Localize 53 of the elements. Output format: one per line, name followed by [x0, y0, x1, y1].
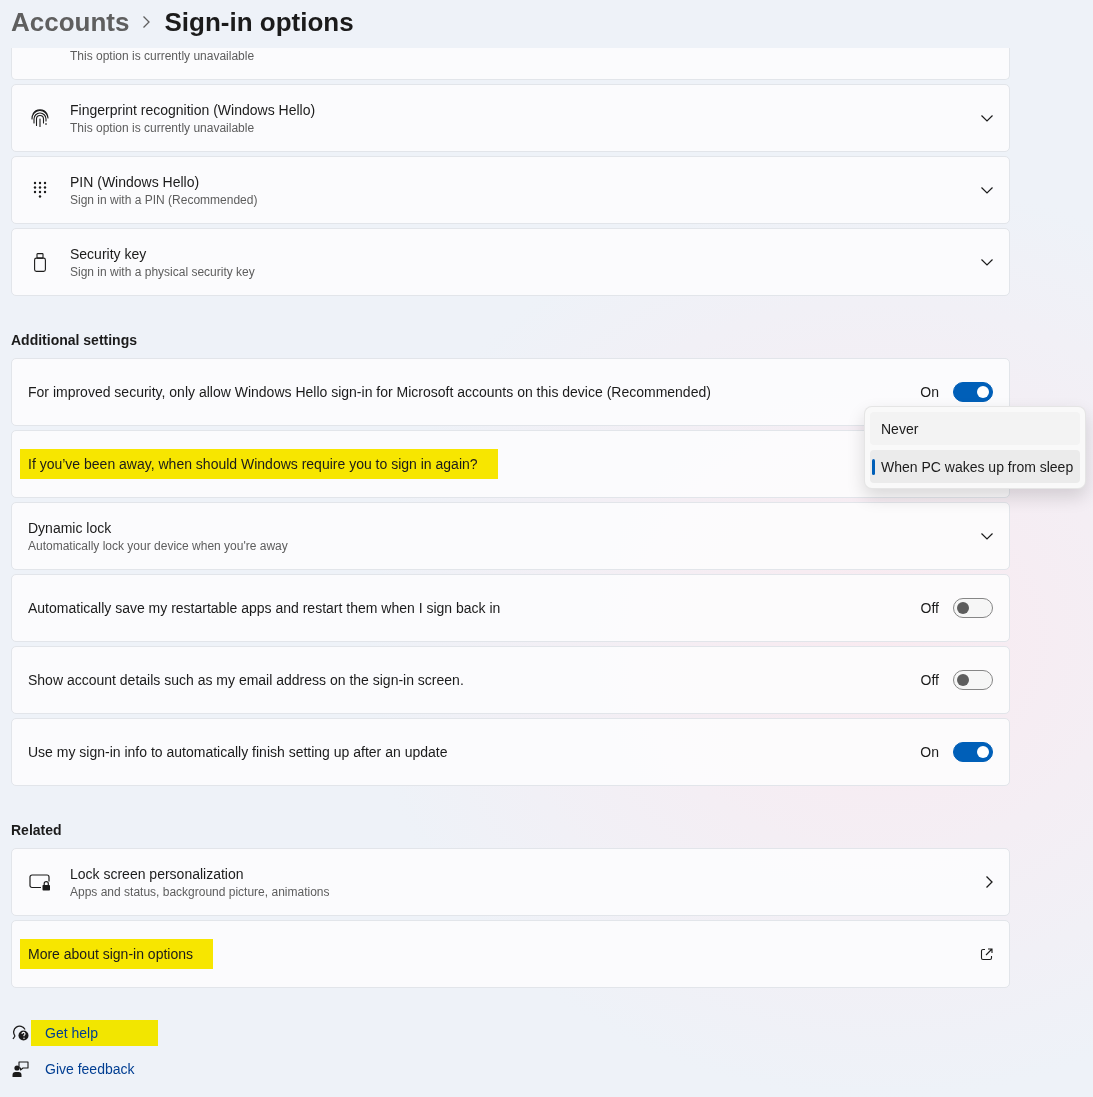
setting-description: Apps and status, background picture, animations [70, 884, 330, 900]
setting-title: Security key [70, 245, 147, 264]
setting-description: This option is currently unavailable [70, 48, 255, 64]
security-key-icon [34, 252, 46, 272]
toggle-state-label: Off [920, 671, 939, 690]
settings-card[interactable]: PIN (Windows Hello) Sign in with a PIN (Recommended) [11, 156, 1010, 224]
toggle-switch[interactable] [953, 670, 993, 690]
breadcrumb-item: Sign-in options [164, 6, 354, 39]
section-heading: Related [11, 821, 63, 840]
setting-title: Dynamic lock [28, 519, 112, 538]
settings-card[interactable]: Security key Sign in with a physical security key [11, 228, 1010, 296]
setting-title: PIN (Windows Hello) [70, 173, 200, 192]
footer-link[interactable]: Give feedback [45, 1056, 135, 1082]
chevron-right-icon [986, 876, 993, 888]
keypad-icon [33, 181, 47, 199]
setting-description: Sign in with a physical security key [70, 264, 255, 280]
setting-title: More about sign-in options [20, 939, 213, 969]
selection-indicator-icon [872, 459, 875, 475]
setting-title: Fingerprint recognition (Windows Hello) [70, 101, 316, 120]
setting-title: Automatically save my restartable apps and restart them when I sign back in [28, 599, 501, 618]
setting-description: Sign in with a PIN (Recommended) [70, 192, 258, 208]
setting-description: This option is currently unavailable [70, 120, 255, 136]
toggle-switch[interactable] [953, 382, 993, 402]
toggle-state-label: Off [920, 599, 939, 618]
lock-screen-icon [29, 873, 51, 891]
feedback-icon [12, 1061, 29, 1077]
chevron-down-icon [981, 532, 993, 540]
help-icon [12, 1025, 29, 1041]
chevron-down-icon [981, 186, 993, 194]
fingerprint-icon [30, 108, 50, 128]
settings-card[interactable]: Fingerprint recognition (Windows Hello) This option is currently unavailable [11, 84, 1010, 152]
menu-option[interactable]: Never [870, 412, 1080, 445]
settings-card[interactable]: Dynamic lock Automatically lock your device when you're away [11, 502, 1010, 570]
breadcrumb-chevron-icon [143, 16, 151, 28]
external-link-icon [980, 947, 993, 961]
toggle-state-label: On [920, 743, 939, 762]
setting-title: Show account details such as my email address on the sign-in screen. [28, 671, 464, 690]
setting-title: Use my sign-in info to automatically finish setting up after an update [28, 743, 448, 762]
toggle-switch[interactable] [953, 742, 993, 762]
settings-card[interactable]: More about sign-in options [11, 920, 1010, 988]
toggle-state-label: On [920, 383, 939, 402]
menu-option[interactable]: When PC wakes up from sleep [870, 450, 1080, 483]
toggle-switch[interactable] [953, 598, 993, 618]
setting-description: Automatically lock your device when you're away [28, 538, 288, 554]
setting-title: Lock screen personalization [70, 865, 244, 884]
setting-title: For improved security, only allow Windows Hello sign-in for Microsoft accounts on this device (Recommended) [28, 383, 711, 402]
section-heading: Additional settings [11, 331, 138, 350]
chevron-down-icon [981, 258, 993, 266]
footer-link[interactable]: Get help [31, 1020, 158, 1046]
settings-card[interactable]: Lock screen personalization Apps and status, background picture, animations [11, 848, 1010, 916]
setting-title: If you’ve been away, when should Windows require you to sign in again? [20, 449, 498, 479]
breadcrumb-item[interactable]: Accounts [11, 5, 130, 39]
chevron-down-icon [981, 114, 993, 122]
